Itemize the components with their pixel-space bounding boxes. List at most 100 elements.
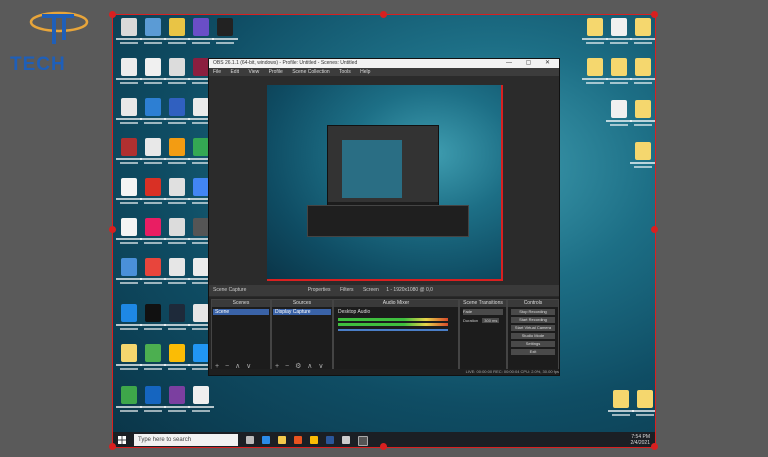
windows-start-icon[interactable] <box>118 436 126 444</box>
studio-mode-button[interactable]: Studio Mode <box>511 333 555 339</box>
desktop-icon[interactable] <box>606 100 632 130</box>
screen-select[interactable]: 1 - 1920x1080 @ 0,0 <box>386 287 433 293</box>
clock-date: 2/4/2021 <box>630 440 650 446</box>
chrome-icon[interactable] <box>310 436 318 444</box>
properties-button[interactable]: Properties <box>308 287 331 293</box>
desktop-icon[interactable] <box>116 344 142 374</box>
word-icon[interactable] <box>326 436 334 444</box>
desktop-icon[interactable] <box>116 178 142 208</box>
app-icon[interactable] <box>342 436 350 444</box>
virtual-camera-button[interactable]: Start Virtual Camera <box>511 325 555 331</box>
desktop-icon[interactable] <box>164 258 190 288</box>
scene-item[interactable]: Scene <box>213 309 269 315</box>
desktop-icon[interactable] <box>632 390 656 420</box>
volume-slider[interactable] <box>338 329 448 331</box>
desktop-icon[interactable] <box>164 218 190 248</box>
desktop-icon[interactable] <box>140 218 166 248</box>
obs-menu-bar: File Edit View Profile Scene Collection … <box>209 68 559 76</box>
audio-mixer-dock: Audio Mixer Desktop Audio <box>333 299 459 373</box>
desktop-icon[interactable] <box>116 18 142 48</box>
audio-meter <box>338 318 448 321</box>
desktop-icon[interactable] <box>630 142 656 172</box>
desktop-icon[interactable] <box>140 98 166 128</box>
desktop-icon[interactable] <box>582 58 608 88</box>
file-explorer-icon[interactable] <box>278 436 286 444</box>
desktop-icon[interactable] <box>140 138 166 168</box>
scenes-dock: Scenes Scene + − ∧ ∨ <box>211 299 271 373</box>
resize-handle[interactable] <box>109 226 116 233</box>
audio-mixer-header: Audio Mixer <box>334 300 458 307</box>
desktop-icon[interactable] <box>140 178 166 208</box>
desktop-icon[interactable] <box>164 304 190 334</box>
desktop-icon[interactable] <box>630 100 656 130</box>
desktop-icon[interactable] <box>164 18 190 48</box>
desktop-icon[interactable] <box>212 18 238 48</box>
resize-handle[interactable] <box>651 226 658 233</box>
source-item[interactable]: Display Capture <box>273 309 331 315</box>
resize-handle[interactable] <box>109 443 116 450</box>
desktop-icon[interactable] <box>116 258 142 288</box>
obs-preview[interactable] <box>267 85 503 281</box>
desktop-icon[interactable] <box>188 18 214 48</box>
resize-handle[interactable] <box>109 11 116 18</box>
preview-bounds <box>267 279 503 281</box>
desktop-icon[interactable] <box>608 390 634 420</box>
desktop-icon[interactable] <box>606 58 632 88</box>
desktop-icon[interactable] <box>140 304 166 334</box>
filters-button[interactable]: Filters <box>340 287 354 293</box>
system-tray-clock[interactable]: 7:54 PM 2/4/2021 <box>631 434 650 446</box>
resize-handle[interactable] <box>380 443 387 450</box>
desktop-icon[interactable] <box>116 386 142 416</box>
start-recording-button[interactable]: Start Recording <box>511 317 555 323</box>
desktop-icon[interactable] <box>164 178 190 208</box>
transition-select[interactable]: Fade <box>463 309 503 315</box>
desktop-icon[interactable] <box>140 258 166 288</box>
desktop-icon[interactable] <box>188 386 214 416</box>
obs-taskbar-icon[interactable] <box>358 436 368 446</box>
window-controls[interactable]: — ▢ ✕ <box>506 59 556 68</box>
desktop-icon[interactable] <box>140 18 166 48</box>
desktop-icon[interactable] <box>630 58 656 88</box>
scene-capture-label: Scene Capture <box>213 287 247 293</box>
resize-handle[interactable] <box>651 443 658 450</box>
firefox-icon[interactable] <box>294 436 302 444</box>
desktop-icon[interactable] <box>116 138 142 168</box>
resize-handle[interactable] <box>651 11 658 18</box>
obs-source-toolbar: Scene Capture Properties Filters Screen … <box>209 285 559 296</box>
desktop-icon[interactable] <box>164 138 190 168</box>
desktop-icon[interactable] <box>164 58 190 88</box>
duration-label: Duration <box>463 318 479 323</box>
resize-handle[interactable] <box>380 11 387 18</box>
menu-file[interactable]: File <box>213 69 221 75</box>
desktop-icon[interactable] <box>582 18 608 48</box>
preview-bounds-right <box>501 85 503 281</box>
desktop-icon[interactable] <box>606 18 632 48</box>
desktop-icon[interactable] <box>140 344 166 374</box>
desktop-icon[interactable] <box>140 58 166 88</box>
stop-recording-button[interactable]: Stop Recording <box>511 309 555 315</box>
settings-button[interactable]: Settings <box>511 341 555 347</box>
desktop-icon[interactable] <box>164 386 190 416</box>
transitions-header: Scene Transitions <box>460 300 506 307</box>
duration-input[interactable]: 300 ms <box>482 318 500 323</box>
menu-scene-collection[interactable]: Scene Collection <box>292 69 330 75</box>
sources-header: Sources <box>272 300 332 307</box>
desktop-icon[interactable] <box>164 344 190 374</box>
tech-logo: TECH <box>6 6 102 75</box>
desktop-icon[interactable] <box>630 18 656 48</box>
edge-icon[interactable] <box>262 436 270 444</box>
desktop-icon[interactable] <box>116 218 142 248</box>
desktop-icon[interactable] <box>116 58 142 88</box>
menu-help[interactable]: Help <box>360 69 370 75</box>
desktop-icon[interactable] <box>164 98 190 128</box>
task-view-icon[interactable] <box>246 436 254 444</box>
taskbar-search-input[interactable]: Type here to search <box>134 434 238 446</box>
desktop-icon[interactable] <box>116 98 142 128</box>
desktop-icon[interactable] <box>140 386 166 416</box>
desktop-icon[interactable] <box>116 304 142 334</box>
menu-view[interactable]: View <box>248 69 259 75</box>
menu-profile[interactable]: Profile <box>269 69 283 75</box>
menu-tools[interactable]: Tools <box>339 69 351 75</box>
exit-button[interactable]: Exit <box>511 349 555 355</box>
menu-edit[interactable]: Edit <box>230 69 239 75</box>
